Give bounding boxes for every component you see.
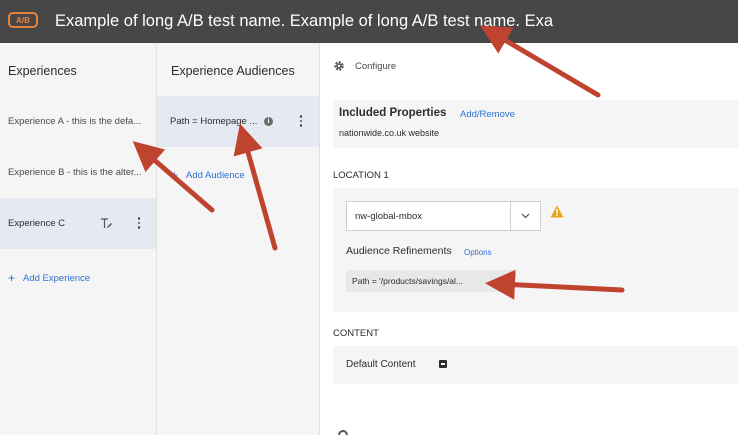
experience-item-b[interactable]: Experience B - this is the alter... [0,147,156,198]
ab-test-badge: A/B [8,12,38,28]
included-properties-title: Included Properties [339,107,447,119]
audience-label: Path = Homepage ... [170,116,258,127]
gear-icon-partial [338,430,348,435]
options-link[interactable]: Options [464,248,492,257]
refinement-chip[interactable]: Path = '/products/savings/al... i [346,270,513,292]
location-panel: nw-global-mbox Audience Refinements Opti… [333,188,738,312]
content-menu-icon[interactable] [439,360,447,368]
plus-icon: + [171,168,179,182]
activity-title[interactable]: Example of long A/B test name. Example o… [55,12,553,31]
add-audience-label: Add Audience [186,169,245,181]
experiences-column: Experiences Experience A - this is the d… [0,43,157,435]
mbox-select[interactable]: nw-global-mbox [346,201,541,231]
configure-panel: Configure Included Properties Add/Remove… [320,43,738,435]
configure-label[interactable]: Configure [355,61,396,72]
audience-item[interactable]: Path = Homepage ... i [157,96,319,147]
warning-icon[interactable] [550,205,564,218]
content-panel: Default Content [333,346,738,384]
audience-refinements-label: Audience Refinements [346,245,452,257]
experience-item-c[interactable]: Experience C [0,198,156,249]
info-icon[interactable]: i [264,117,273,126]
experiences-heading: Experiences [8,64,77,78]
plus-icon: + [8,271,16,285]
rename-icon[interactable] [100,218,113,229]
included-properties-panel: Included Properties Add/Remove nationwid… [333,100,738,148]
location-label: LOCATION 1 [333,170,389,181]
content-label: CONTENT [333,328,379,339]
experience-label: Experience A - this is the defa... [8,116,142,127]
add-experience-label: Add Experience [23,272,91,284]
experience-more-icon[interactable] [137,217,141,229]
add-experience-button[interactable]: + Add Experience [8,271,90,285]
top-header: A/B Example of long A/B test name. Examp… [0,0,738,43]
chevron-down-icon[interactable] [511,202,540,230]
add-audience-button[interactable]: + Add Audience [171,168,245,182]
property-value: nationwide.co.uk website [339,128,440,138]
gear-icon[interactable] [333,60,345,72]
experience-label: Experience C [8,218,66,229]
mbox-select-value: nw-global-mbox [347,202,511,230]
info-icon[interactable]: i [499,276,508,285]
experience-label: Experience B - this is the alter... [8,167,142,178]
audiences-column: Experience Audiences Path = Homepage ...… [157,43,320,435]
refinement-label: Path = '/products/savings/al... [352,276,464,286]
audience-more-icon[interactable] [299,115,303,127]
default-content-label: Default Content [346,359,416,370]
add-remove-link[interactable]: Add/Remove [460,109,515,120]
audiences-heading: Experience Audiences [171,64,295,78]
experience-item-a[interactable]: Experience A - this is the defa... [0,96,156,147]
